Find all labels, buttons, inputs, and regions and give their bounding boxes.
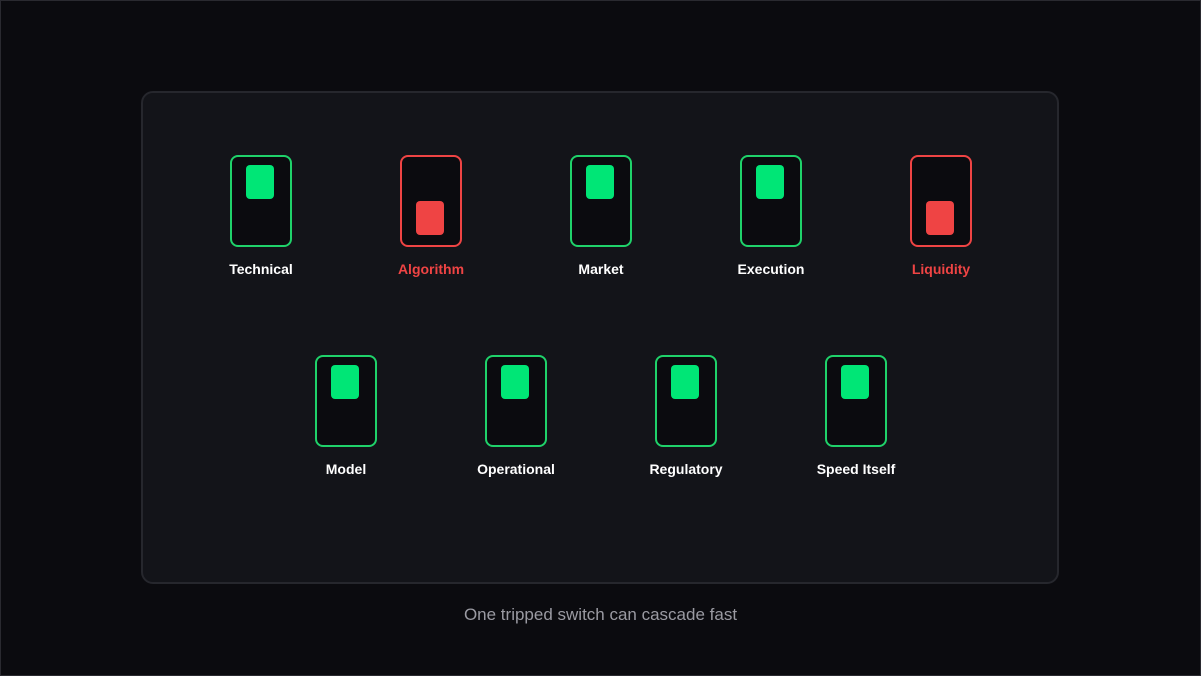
switch-body	[485, 355, 547, 447]
switch-label: Algorithm	[397, 261, 465, 277]
switch-label: Liquidity	[911, 261, 971, 277]
switch-label: Regulatory	[649, 461, 723, 477]
switch-panel: Technical Algorithm Market Execution Liq…	[141, 91, 1059, 584]
switch-label: Operational	[477, 461, 555, 477]
switch-execution: Execution	[711, 155, 831, 295]
switch-knob	[586, 165, 614, 199]
switch-knob	[671, 365, 699, 399]
switch-technical: Technical	[201, 155, 321, 295]
switch-knob	[331, 365, 359, 399]
switch-label: Technical	[229, 261, 293, 277]
switch-body	[570, 155, 632, 247]
switch-body	[315, 355, 377, 447]
switch-liquidity: Liquidity	[881, 155, 1001, 295]
switch-body	[740, 155, 802, 247]
caption: One tripped switch can cascade fast	[463, 605, 738, 624]
switch-body	[230, 155, 292, 247]
switch-algorithm: Algorithm	[371, 155, 491, 295]
switch-knob	[246, 165, 274, 199]
switch-knob	[501, 365, 529, 399]
switch-speed-itself: Speed Itself	[796, 355, 916, 495]
switch-body	[655, 355, 717, 447]
switch-knob	[756, 165, 784, 199]
switch-label: Execution	[737, 261, 805, 277]
switch-body	[825, 355, 887, 447]
switch-label: Model	[325, 461, 367, 477]
switch-knob	[926, 201, 954, 235]
switch-market: Market	[541, 155, 661, 295]
switch-body	[400, 155, 462, 247]
switch-label: Market	[578, 261, 624, 277]
switch-knob	[841, 365, 869, 399]
switch-operational: Operational	[456, 355, 576, 495]
switch-regulatory: Regulatory	[626, 355, 746, 495]
switch-knob	[416, 201, 444, 235]
switch-body	[910, 155, 972, 247]
switch-model: Model	[286, 355, 406, 495]
switch-label: Speed Itself	[816, 461, 896, 477]
